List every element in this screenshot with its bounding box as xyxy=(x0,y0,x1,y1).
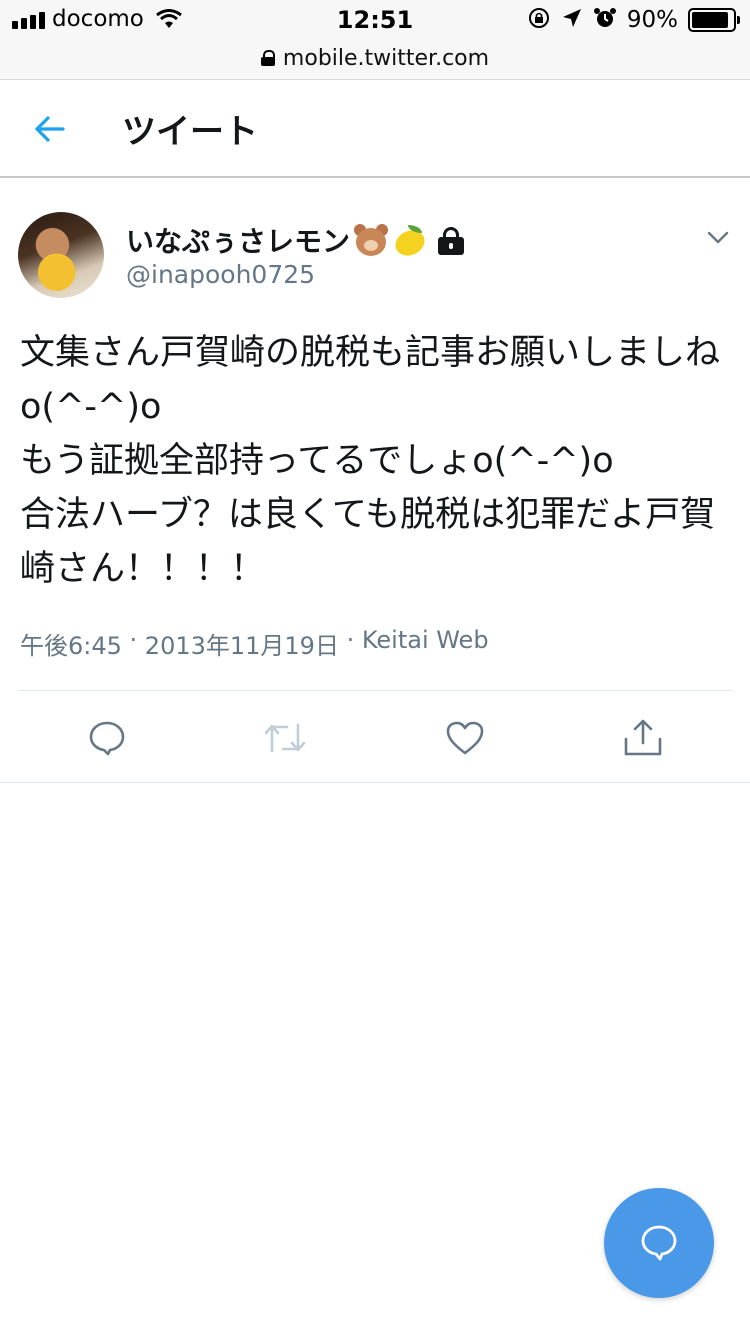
orientation-lock-icon xyxy=(527,6,551,34)
tweet-meta: 午後6:45 · 2013年11月19日 · Keitai Web xyxy=(20,626,489,661)
battery-fill xyxy=(692,12,728,28)
meta-separator: · xyxy=(121,626,145,654)
back-button[interactable] xyxy=(26,106,72,152)
like-button[interactable] xyxy=(443,716,487,760)
lock-icon xyxy=(436,225,466,255)
tweet-date[interactable]: 2013年11月19日 xyxy=(145,626,339,661)
tweet-source[interactable]: Keitai Web xyxy=(362,626,489,661)
user-name: いなぷぅさレモン xyxy=(126,225,351,258)
chevron-down-icon xyxy=(707,231,729,244)
retweet-icon xyxy=(264,723,306,753)
status-row: docomo 12:51 90% xyxy=(0,0,750,40)
divider xyxy=(18,690,732,691)
meta-separator: · xyxy=(338,626,362,654)
share-button[interactable] xyxy=(621,716,665,760)
battery-icon xyxy=(688,8,740,32)
status-bar: docomo 12:51 90% mobile.twitter.com xyxy=(0,0,750,80)
page-header: ツイート xyxy=(0,80,750,178)
status-right: 90% xyxy=(527,6,740,34)
alarm-icon xyxy=(593,6,617,34)
arrow-left-icon xyxy=(35,116,65,142)
compose-reply-button[interactable] xyxy=(604,1188,714,1298)
lemon-emoji xyxy=(391,225,429,261)
avatar[interactable] xyxy=(18,212,104,298)
address-bar[interactable]: mobile.twitter.com xyxy=(0,40,750,76)
location-icon xyxy=(561,7,583,33)
reply-button[interactable] xyxy=(85,716,129,760)
tweet-time[interactable]: 午後6:45 xyxy=(20,626,122,661)
tweet-actions xyxy=(0,692,750,782)
secure-lock-icon xyxy=(260,50,275,66)
compose-reply-icon xyxy=(641,1225,677,1261)
heart-icon xyxy=(446,721,484,755)
url-text[interactable]: mobile.twitter.com xyxy=(283,46,489,71)
tweet-menu-button[interactable] xyxy=(700,220,736,256)
user-handle[interactable]: @inapooh0725 xyxy=(126,260,315,289)
share-icon xyxy=(624,719,662,756)
bear-face-emoji xyxy=(354,224,389,256)
divider xyxy=(0,782,750,783)
page-title: ツイート xyxy=(122,112,258,152)
retweet-button[interactable] xyxy=(263,716,307,760)
reply-icon xyxy=(89,721,125,756)
tweet-text: 文集さん戸賀崎の脱税も記事お願いしましねo(^-^)o もう証拠全部持ってるでし… xyxy=(20,333,721,589)
battery-percent: 90% xyxy=(626,7,678,33)
user-name-row[interactable]: いなぷぅさレモン xyxy=(126,220,466,261)
